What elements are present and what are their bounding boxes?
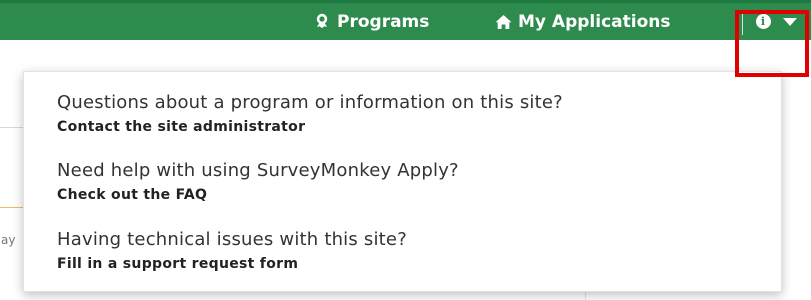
nav-programs-label: Programs — [337, 11, 430, 32]
help-menu-item-support-request[interactable]: Having technical issues with this site? … — [57, 229, 407, 272]
top-navbar: Programs My Applications i — [0, 0, 811, 40]
help-dropdown-toggle[interactable]: i — [745, 3, 807, 40]
nav-my-applications-label: My Applications — [518, 11, 671, 32]
nav-my-applications-link[interactable]: My Applications — [494, 3, 670, 40]
nav-separator — [742, 11, 743, 35]
help-menu-link[interactable]: Check out the FAQ — [57, 187, 459, 203]
award-icon — [313, 13, 331, 31]
help-menu-link[interactable]: Fill in a support request form — [57, 256, 407, 272]
help-menu-item-faq[interactable]: Need help with using SurveyMonkey Apply?… — [57, 160, 459, 203]
caret-down-icon — [782, 17, 797, 26]
help-dropdown-menu: Questions about a program or information… — [23, 71, 782, 292]
home-icon — [494, 13, 512, 31]
help-menu-question: Having technical issues with this site? — [57, 229, 407, 250]
help-menu-link[interactable]: Contact the site administrator — [57, 119, 563, 135]
help-menu-question: Questions about a program or information… — [57, 92, 563, 113]
info-icon: i — [755, 14, 771, 29]
nav-programs-link[interactable]: Programs — [313, 3, 429, 40]
help-menu-item-contact-admin[interactable]: Questions about a program or information… — [57, 92, 563, 135]
background-text-fragment: ay — [1, 233, 16, 247]
help-menu-question: Need help with using SurveyMonkey Apply? — [57, 160, 459, 181]
